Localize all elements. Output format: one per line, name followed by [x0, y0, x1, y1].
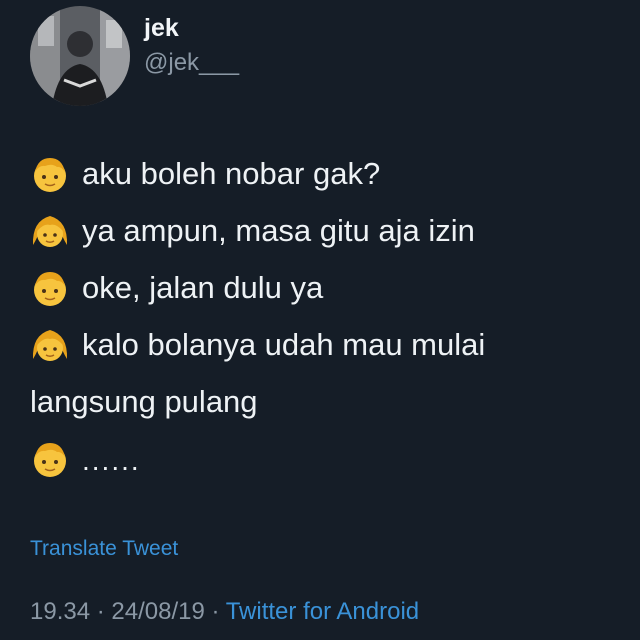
tweet-source-link[interactable]: Twitter for Android — [226, 598, 419, 625]
girl-emoji-icon — [32, 215, 68, 247]
tweet-header: jek @jek___ — [30, 6, 239, 106]
line-text: ...... — [82, 444, 141, 476]
author-names: jek @jek___ — [144, 13, 239, 79]
tweet-line: ya ampun, masa gitu aja izin — [30, 202, 630, 259]
tweet-meta: 19.34 · 24/08/19 · Twitter for Android — [30, 598, 419, 626]
avatar-photo-icon — [30, 6, 130, 106]
meta-separator: · — [90, 598, 112, 625]
boy-emoji-icon — [34, 442, 66, 477]
author-display-name[interactable]: jek — [144, 13, 239, 43]
line-text: langsung pulang — [30, 383, 258, 419]
line-text: ya ampun, masa gitu aja izin — [82, 212, 475, 248]
meta-separator: · — [204, 598, 226, 625]
avatar[interactable] — [30, 6, 130, 106]
tweet: jek @jek___ aku boleh nobar gak? ya ampu… — [0, 0, 640, 640]
translate-tweet-link[interactable]: Translate Tweet — [30, 537, 178, 561]
tweet-line: kalo bolanya udah mau mulai — [30, 316, 630, 373]
boy-emoji-icon — [34, 157, 66, 192]
line-text: oke, jalan dulu ya — [82, 269, 324, 305]
line-text: kalo bolanya udah mau mulai — [82, 326, 486, 362]
tweet-date[interactable]: 24/08/19 — [111, 598, 204, 625]
line-text: aku boleh nobar gak? — [82, 155, 381, 191]
tweet-line: aku boleh nobar gak? — [30, 145, 630, 202]
tweet-line: langsung pulang — [30, 373, 630, 430]
girl-emoji-icon — [32, 329, 68, 361]
tweet-time[interactable]: 19.34 — [30, 598, 90, 625]
tweet-line: oke, jalan dulu ya — [30, 259, 630, 316]
tweet-body: aku boleh nobar gak? ya ampun, masa gitu… — [30, 145, 630, 487]
author-handle[interactable]: @jek___ — [144, 47, 239, 79]
tweet-line: ...... — [30, 430, 630, 487]
boy-emoji-icon — [34, 271, 66, 306]
